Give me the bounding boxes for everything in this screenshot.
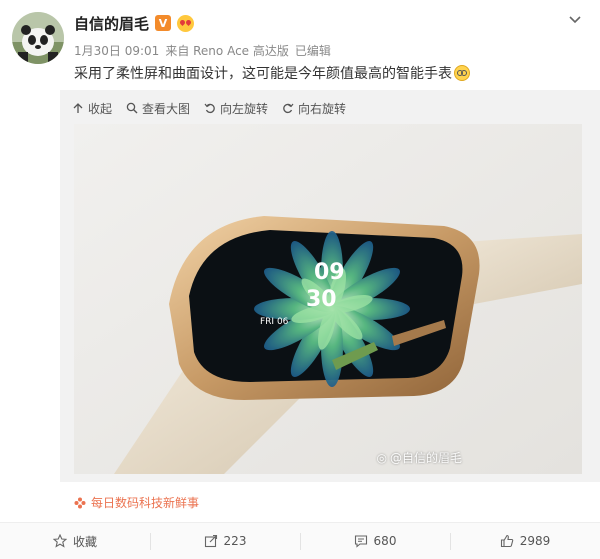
post-text: 采用了柔性屏和曲面设计，这可能是今年颜值最高的智能手表 [74,63,470,83]
like-button[interactable]: 2989 [450,523,600,559]
topic-source[interactable]: 每日数码科技新鲜事 [74,494,199,511]
favorite-label: 收藏 [72,534,97,549]
comment-count: 680 [373,534,397,548]
favorite-button[interactable]: 收藏 [0,523,150,559]
repost-count: 223 [223,534,247,548]
post-meta: 1月30日 09:01 来自 Reno Ace 高达版 已编辑 [74,42,337,59]
post-text-content: 采用了柔性屏和曲面设计，这可能是今年颜值最高的智能手表 [74,66,452,82]
rotate-right-button[interactable]: 向右旋转 [282,100,346,117]
comment-icon [354,535,367,548]
magnifier-icon [126,102,138,114]
rotate-right-icon [283,103,294,114]
watch-date: FRI 06 [260,317,289,327]
star-icon [52,534,67,548]
media-toolbar: 收起 查看大图 向左旋转 向右旋转 [72,98,346,118]
view-large-label: 查看大图 [142,101,191,116]
chevron-down-icon[interactable] [568,13,582,27]
thumbs-up-icon [500,534,513,548]
heart-emoji-icon [177,14,195,32]
username[interactable]: 自信的眉毛 [74,13,149,34]
rotate-left-button[interactable]: 向左旋转 [204,100,268,117]
avatar[interactable] [12,12,64,64]
post-date[interactable]: 1月30日 09:01 [74,42,159,59]
comment-button[interactable]: 680 [300,523,450,559]
arrow-up-icon [73,103,83,113]
view-large-button[interactable]: 查看大图 [126,100,190,117]
rotate-left-icon [204,103,215,114]
repost-icon [204,534,217,548]
like-count: 2989 [519,534,551,548]
rotate-right-label: 向右旋转 [298,101,347,116]
rotate-left-label: 向左旋转 [220,101,269,116]
media-viewer: 收起 查看大图 向左旋转 向右旋转 09 30 FRI 06 ◎ @自信的眉毛 [60,90,600,482]
weibo-post: 自信的眉毛 V 1月30日 09:01 来自 Reno Ace 高达版 已编辑 … [0,0,600,559]
author-row: 自信的眉毛 V [74,12,195,34]
smartwatch-image: 09 30 FRI 06 [74,124,582,474]
collapse-button[interactable]: 收起 [72,100,112,117]
post-photo[interactable]: 09 30 FRI 06 ◎ @自信的眉毛 [74,124,582,474]
smile-emoji-icon [454,65,470,81]
edited-label[interactable]: 已编辑 [295,42,331,59]
flower-icon [74,497,86,508]
collapse-label: 收起 [88,101,113,116]
watch-hour: 09 [314,260,345,285]
post-source: 来自 Reno Ace 高达版 [165,44,289,58]
panda-avatar-icon [12,12,64,64]
topic-label: 每日数码科技新鲜事 [91,496,200,510]
verified-badge-icon: V [155,15,172,31]
photo-watermark: ◎ @自信的眉毛 [377,449,463,466]
watermark-text: @自信的眉毛 [389,451,462,465]
repost-button[interactable]: 223 [150,523,300,559]
watch-minute: 30 [306,287,337,312]
weibo-logo-icon: ◎ [376,450,387,465]
action-bar: 收藏 223 680 2989 [0,522,600,559]
